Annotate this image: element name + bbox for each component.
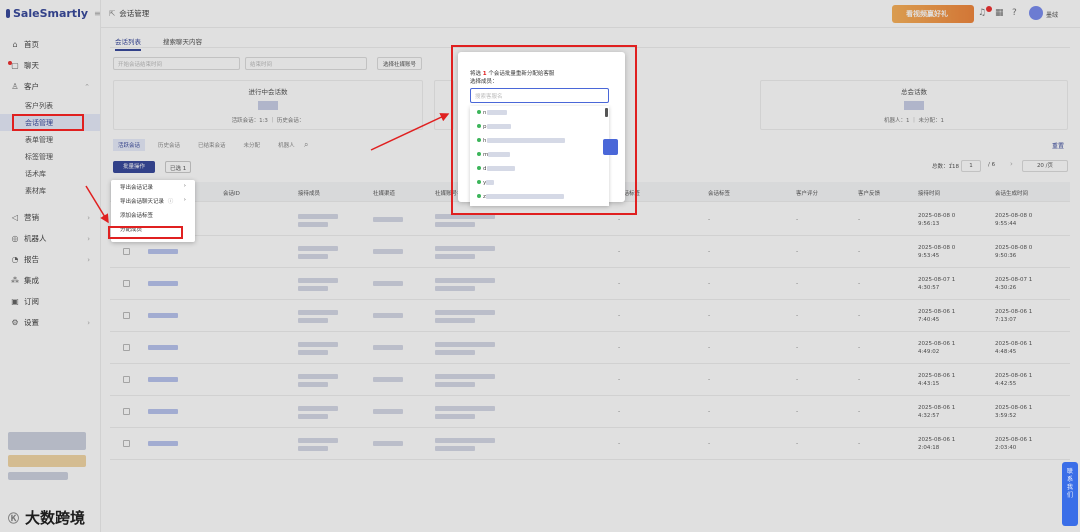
annotation-arrows xyxy=(85,113,450,224)
contact-us-button[interactable]: 联系我们 xyxy=(1062,462,1078,526)
arrow-to-menu xyxy=(85,185,109,224)
contact-us-label: 联系我们 xyxy=(1066,468,1073,499)
arrow-to-dialog xyxy=(370,113,450,151)
